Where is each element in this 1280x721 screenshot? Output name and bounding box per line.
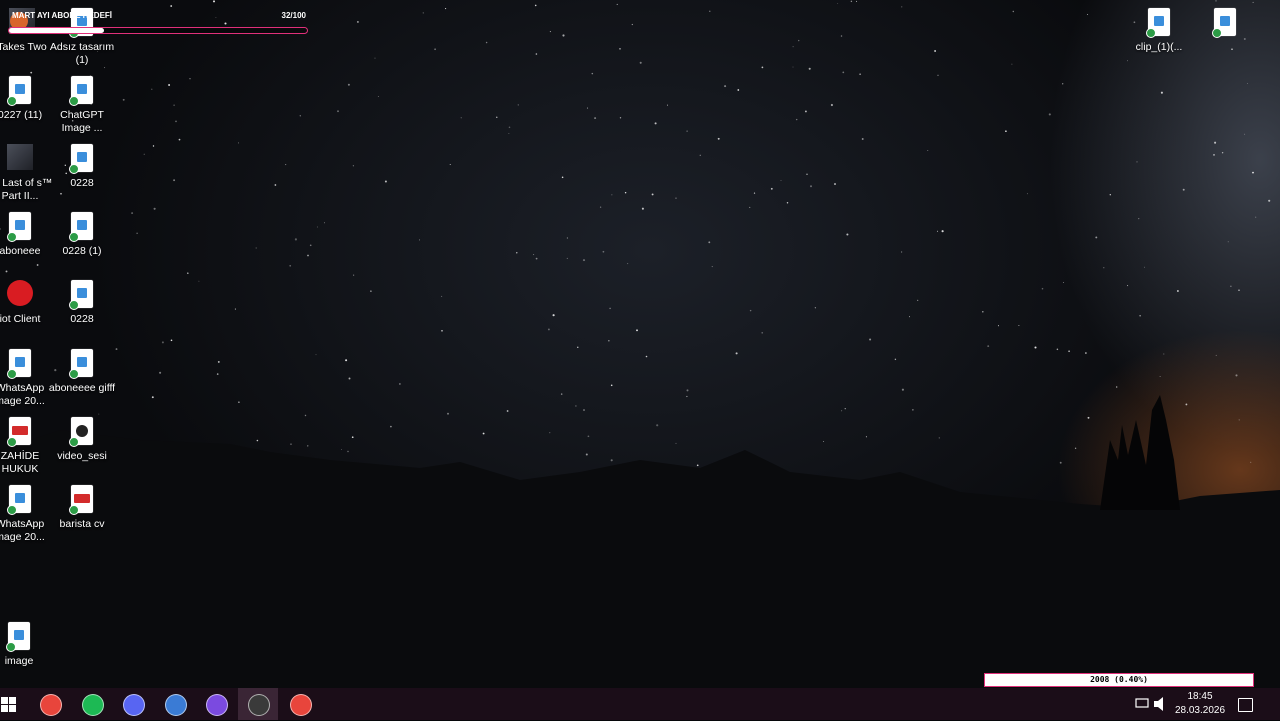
subscriber-goal-overlay: MART AYI ABONE HEDEFİ 32/100: [4, 8, 308, 36]
windows-start-button[interactable]: [1, 697, 16, 712]
goal-count: 32/100: [281, 11, 306, 20]
desktop-icon[interactable]: video_sesi: [47, 417, 117, 463]
obs-icon[interactable]: [248, 694, 270, 716]
desktop-icon-label: barista cv: [59, 518, 105, 530]
icon-glyph: [7, 417, 33, 447]
icon-glyph: [7, 76, 33, 106]
app-logo-icon: [7, 280, 33, 306]
mountain-silhouette: [0, 395, 1280, 688]
clock-date: 28.03.2026: [1174, 705, 1226, 716]
sync-check-icon: [7, 96, 17, 106]
icon-glyph: [69, 417, 95, 447]
sync-check-icon: [6, 642, 16, 652]
icon-glyph: [69, 485, 95, 515]
desktop-icon[interactable]: aboneeee gifff: [47, 349, 117, 395]
icon-glyph: [69, 349, 95, 379]
clock-time: 18:45: [1187, 691, 1213, 702]
subscriber-counter-text: 2008 (0.40%): [1090, 675, 1148, 684]
icon-glyph: [7, 144, 33, 174]
desktop-icon[interactable]: 0228 (1): [47, 212, 117, 258]
spotify-icon[interactable]: [82, 694, 104, 716]
sync-check-icon: [69, 437, 79, 447]
sync-check-icon: [7, 505, 17, 515]
icon-glyph: [1212, 8, 1238, 38]
desktop-icon[interactable]: [1190, 8, 1260, 41]
sync-check-icon: [7, 437, 17, 447]
sync-check-icon: [69, 232, 79, 242]
icon-glyph: [69, 76, 95, 106]
thumbnail-icon: [7, 144, 33, 170]
icon-glyph: [7, 212, 33, 242]
icon-glyph: [69, 280, 95, 310]
sync-check-icon: [7, 369, 17, 379]
desktop-icon[interactable]: 0228: [47, 280, 117, 326]
taskbar-clock[interactable]: 18:45 28.03.2026: [1170, 690, 1230, 718]
desktop-icon-label: 0228: [70, 313, 94, 325]
sync-check-icon: [69, 369, 79, 379]
desktop-icon[interactable]: image: [0, 622, 54, 668]
desktop-icon-label: 0228 (1): [62, 245, 102, 257]
icon-glyph: [7, 280, 33, 310]
desktop-icon[interactable]: ChatGPT Image ...: [47, 76, 117, 135]
sync-check-icon: [69, 96, 79, 106]
desktop-icon-label: video_sesi: [57, 450, 107, 462]
icon-glyph: [69, 212, 95, 242]
goal-progress-bar: [8, 27, 308, 34]
desktop-icon-label: ChatGPT Image ...: [60, 109, 104, 134]
desktop-icon-label: clip_(1)(...: [1135, 41, 1183, 53]
sync-check-icon: [7, 232, 17, 242]
app-icon[interactable]: [165, 694, 187, 716]
desktop-wallpaper: [0, 0, 1280, 688]
desktop-icon[interactable]: barista cv: [47, 485, 117, 531]
sync-check-icon: [1212, 28, 1222, 38]
desktop-icon-label: aboneeee gifff: [48, 382, 116, 394]
sync-check-icon: [69, 164, 79, 174]
icon-glyph: [6, 622, 32, 652]
icon-glyph: [69, 144, 95, 174]
notification-icon[interactable]: [1238, 698, 1253, 712]
goal-title: MART AYI ABONE HEDEFİ: [12, 11, 113, 20]
chrome-icon[interactable]: [40, 694, 62, 716]
circle-app-icon[interactable]: [206, 694, 228, 716]
desktop-icon-label: 0228: [70, 177, 94, 189]
sync-check-icon: [1146, 28, 1156, 38]
chrome-icon-2[interactable]: [290, 694, 312, 716]
desktop-icon-label: image: [4, 655, 34, 667]
desktop-icon[interactable]: 0228: [47, 144, 117, 190]
sync-check-icon: [69, 505, 79, 515]
taskbar: 18:45 28.03.2026: [0, 688, 1280, 720]
goal-progress-fill: [9, 28, 105, 33]
desktop-icon[interactable]: clip_(1)(...: [1124, 8, 1194, 54]
icon-glyph: [7, 485, 33, 515]
desktop-icon-label: Adsız tasarım (1): [49, 41, 115, 66]
sync-check-icon: [69, 300, 79, 310]
icon-glyph: [1146, 8, 1172, 38]
discord-icon[interactable]: [123, 694, 145, 716]
subscriber-counter-bar: 2008 (0.40%): [984, 673, 1254, 687]
icon-glyph: [7, 349, 33, 379]
